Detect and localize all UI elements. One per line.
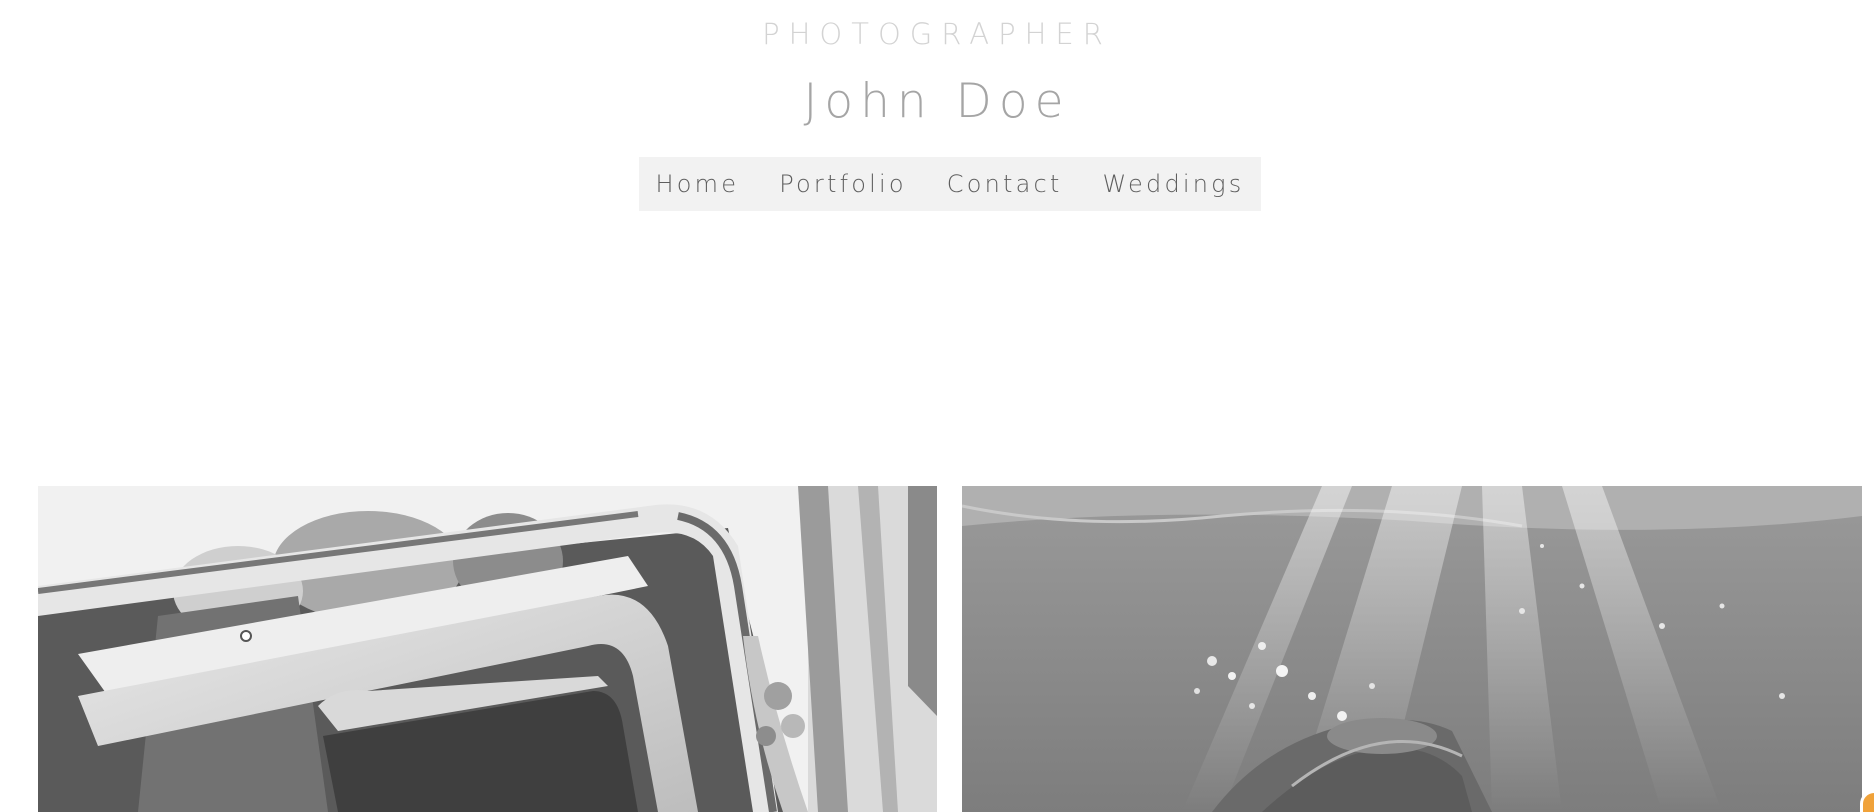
site-tagline: PHOTOGRAPHER xyxy=(762,17,1112,51)
gallery-photo-underwater[interactable] xyxy=(962,486,1862,812)
nav-item-weddings[interactable]: Weddings xyxy=(1103,169,1245,199)
bride-in-car-image xyxy=(38,486,937,812)
nav-item-portfolio[interactable]: Portfolio xyxy=(779,169,907,199)
underwater-image xyxy=(962,486,1862,812)
gallery-photo-bride-in-car[interactable] xyxy=(38,486,937,812)
site-title[interactable]: John Doe xyxy=(0,74,1874,130)
nav-item-home[interactable]: Home xyxy=(656,169,740,199)
chat-widget-icon[interactable] xyxy=(1860,790,1874,812)
nav-item-contact[interactable]: Contact xyxy=(947,169,1063,199)
main-nav: Home Portfolio Contact Weddings xyxy=(639,157,1261,211)
